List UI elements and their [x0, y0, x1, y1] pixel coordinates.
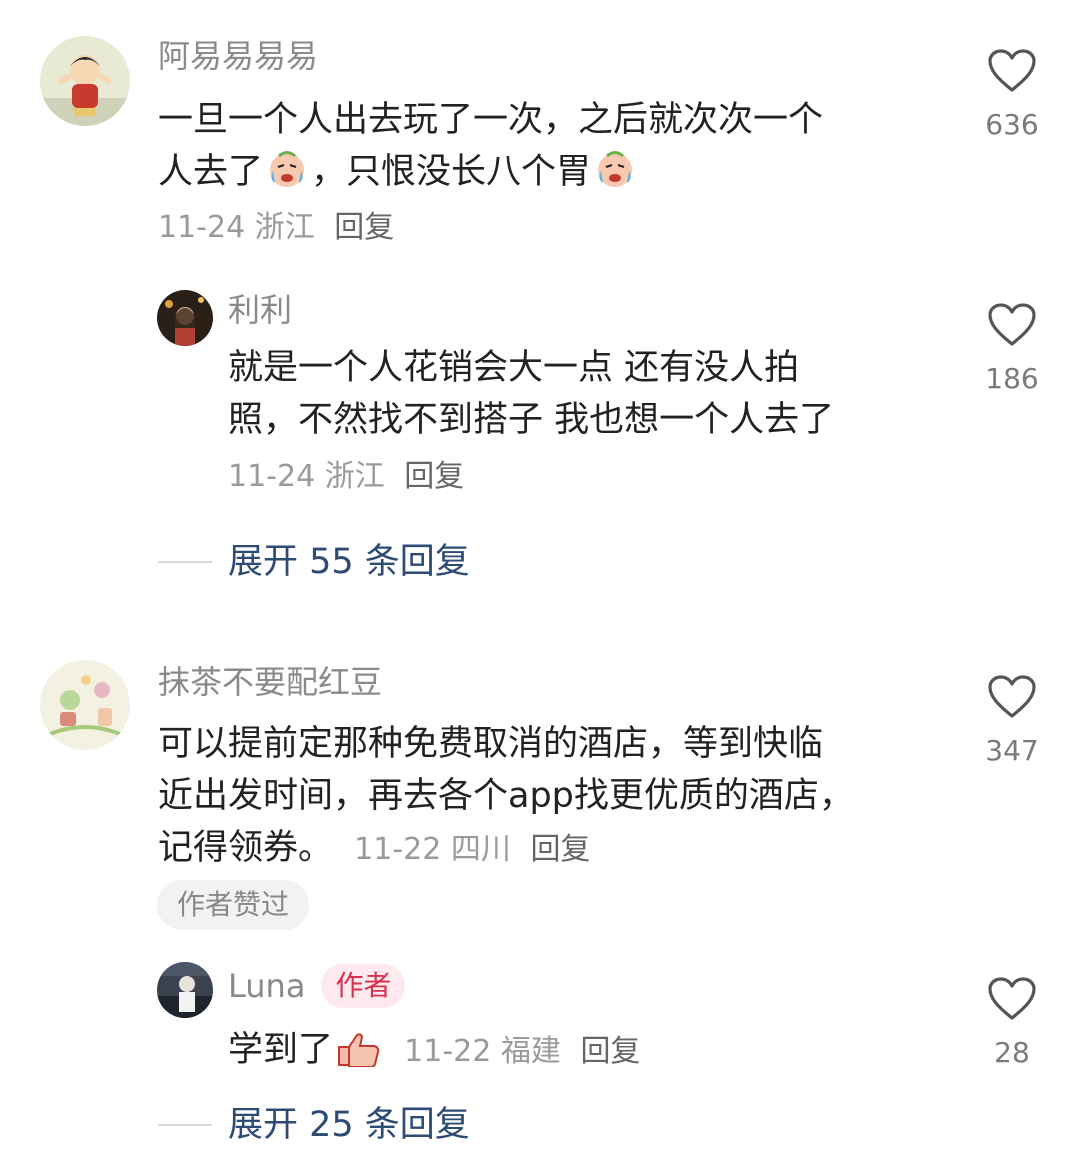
reply-header: Luna 作者 [228, 964, 406, 1008]
reply-location: 福建 [500, 1034, 561, 1069]
reply-button[interactable]: 回复 [580, 1034, 640, 1069]
reply-username[interactable]: Luna [228, 967, 305, 1005]
avatar[interactable] [40, 36, 130, 126]
crying-face-emoji-icon [593, 147, 637, 204]
reply-text-line: 照，不然找不到搭子 我也想一个人去了 [228, 400, 835, 440]
reply-meta: 11-22 福建 回复 [404, 1034, 640, 1069]
crying-face-emoji-icon [265, 147, 309, 204]
author-badge: 作者 [321, 964, 406, 1008]
reply-button[interactable]: 回复 [334, 210, 394, 245]
like-count: 636 [985, 108, 1039, 141]
comment-text: 可以提前定那种免费取消的酒店，等到快临 近出发时间，再去各个app找更优质的酒店… [158, 718, 854, 874]
like-button[interactable]: 347 [977, 674, 1047, 768]
comment-text-line: 人去了 ，只恨没长八个胃 [158, 146, 823, 204]
like-count: 347 [985, 734, 1039, 767]
reply-avatar[interactable] [157, 290, 213, 346]
comment-date: 11-24 [158, 210, 246, 245]
heart-outline-icon [988, 49, 1036, 92]
like-count: 28 [994, 1036, 1030, 1069]
comment-text-line: 可以提前定那种免费取消的酒店，等到快临 [158, 724, 824, 764]
like-button[interactable]: 28 [977, 976, 1047, 1070]
comment-meta: 11-22 四川 回复 [354, 832, 590, 867]
reply-username[interactable]: 利利 [228, 290, 292, 330]
comment-meta: 11-24 浙江 回复 [158, 208, 394, 248]
expand-replies-label: 展开 25 条回复 [228, 1105, 470, 1145]
reply-location: 浙江 [324, 459, 385, 494]
expand-replies-label: 展开 55 条回复 [228, 542, 470, 582]
reply-text-line: 就是一个人花销会大一点 还有没人拍 [228, 348, 800, 388]
comment-location: 浙江 [254, 210, 315, 245]
reply-date: 11-22 [404, 1034, 492, 1069]
comment-text-segment: 人去了 [158, 152, 264, 192]
reply-button[interactable]: 回复 [404, 459, 464, 494]
like-button[interactable]: 186 [977, 302, 1047, 396]
comment-text-line: 记得领券。 11-22 四川 回复 [158, 822, 854, 874]
thumbs-up-emoji-icon [335, 1030, 381, 1082]
comment-location: 四川 [450, 832, 511, 867]
comment-text-line: 近出发时间，再去各个app找更优质的酒店， [158, 776, 854, 816]
comment-username[interactable]: 阿易易易易 [158, 36, 318, 76]
heart-outline-icon [988, 675, 1036, 718]
reply-avatar[interactable] [157, 962, 213, 1018]
divider-line [158, 561, 212, 563]
expand-replies-button[interactable]: 展开 55 条回复 [158, 540, 470, 584]
author-liked-badge: 作者赞过 [157, 880, 310, 930]
avatar[interactable] [40, 660, 130, 750]
expand-replies-button[interactable]: 展开 25 条回复 [158, 1103, 470, 1147]
comment-text: 一旦一个人出去玩了一次，之后就次次一个 人去了 ，只恨没长八个胃 [158, 94, 823, 204]
reply-text: 就是一个人花销会大一点 还有没人拍 照，不然找不到搭子 我也想一个人去了 [228, 342, 834, 446]
reply-meta: 11-24 浙江 回复 [228, 457, 464, 497]
comment-text-segment: 记得领券。 [158, 828, 334, 868]
comment-username[interactable]: 抹茶不要配红豆 [158, 662, 382, 702]
comment-text-segment: ，只恨没长八个胃 [311, 152, 592, 192]
divider-line [158, 1124, 212, 1126]
comment-date: 11-22 [354, 832, 442, 867]
reply-button[interactable]: 回复 [530, 832, 590, 867]
reply-text: 学到了 11-22 福建 回复 [228, 1024, 640, 1082]
like-button[interactable]: 636 [977, 48, 1047, 142]
reply-date: 11-24 [228, 459, 316, 494]
heart-outline-icon [988, 977, 1036, 1020]
comment-text-line: 一旦一个人出去玩了一次，之后就次次一个 [158, 100, 824, 140]
heart-outline-icon [988, 303, 1036, 346]
reply-text-segment: 学到了 [228, 1030, 334, 1070]
like-count: 186 [985, 362, 1039, 395]
